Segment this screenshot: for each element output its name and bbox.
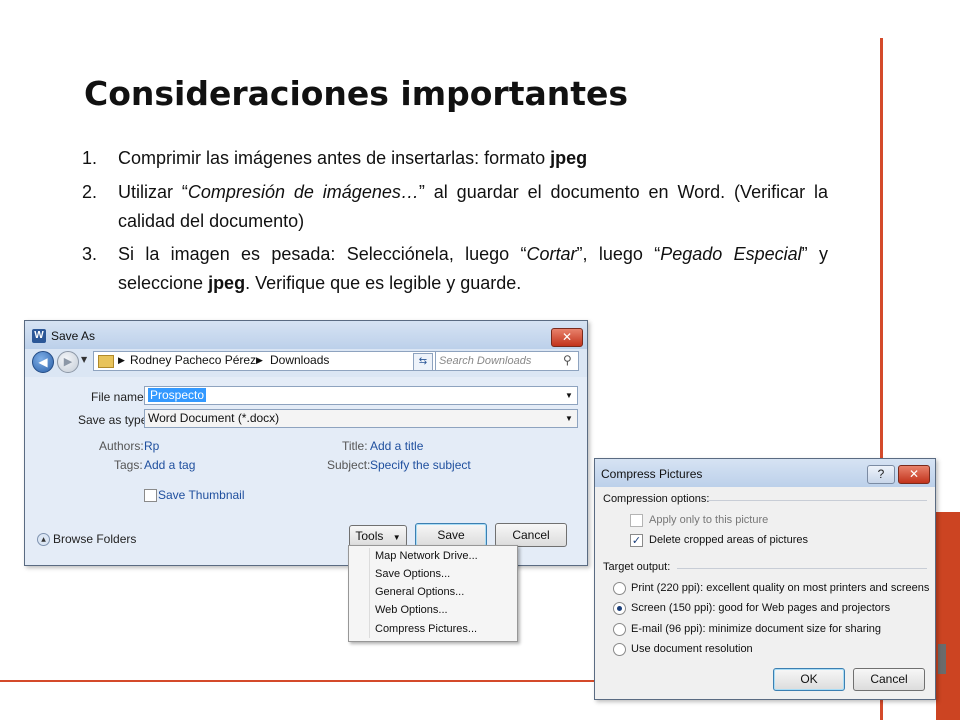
list-text-bold: jpeg	[550, 148, 588, 168]
recent-pages-icon[interactable]: ▼	[81, 355, 87, 364]
apply-only-label: Apply only to this picture	[649, 514, 769, 526]
list-text-italic: Pegado Especial	[660, 244, 802, 264]
close-icon: ✕	[908, 467, 920, 481]
menu-item-general-options[interactable]: General Options...	[375, 586, 464, 598]
help-icon: ?	[877, 467, 885, 481]
address-bar[interactable]: ▶ Rodney Pacheco Pérez ▶ Downloads ▼	[93, 351, 437, 371]
forward-arrow-icon: ▶	[63, 355, 73, 368]
back-button[interactable]: ◀	[32, 351, 54, 373]
folder-icon	[98, 355, 114, 368]
list-item-1: 1. Comprimir las imágenes antes de inser…	[82, 144, 828, 173]
word-app-icon: W	[32, 329, 46, 343]
list-text: . Verifique que es legible y guarde.	[245, 273, 522, 293]
radio-email[interactable]	[613, 623, 626, 636]
cancel-button[interactable]: Cancel	[495, 523, 567, 547]
compress-title: Compress Pictures	[601, 467, 703, 481]
list-number: 2.	[82, 182, 98, 202]
search-icon: ⚲	[563, 353, 572, 367]
search-placeholder: Search Downloads	[439, 355, 532, 367]
save-thumbnail-label[interactable]: Save Thumbnail	[158, 488, 245, 502]
save-as-title: Save As	[51, 329, 96, 343]
breadcrumb-downloads[interactable]: Downloads	[270, 352, 329, 369]
menu-item-map-network-drive[interactable]: Map Network Drive...	[375, 550, 478, 562]
ok-button[interactable]: OK	[773, 668, 845, 691]
option-document-resolution-label[interactable]: Use document resolution	[631, 643, 753, 655]
list-number: 3.	[82, 244, 98, 264]
option-print-label[interactable]: Print (220 ppi): excellent quality on mo…	[631, 582, 929, 594]
delete-cropped-label: Delete cropped areas of pictures	[649, 534, 808, 546]
list-text: Si la imagen es pesada: Selecciónela, lu…	[118, 244, 527, 264]
save-as-dialog: W Save As ✕ ◀ ▶ ▼ ▶ Rodney Pacheco Pérez…	[24, 320, 588, 566]
list-number: 1.	[82, 148, 98, 168]
close-button[interactable]: ✕	[551, 328, 583, 347]
file-name-label: File name:	[91, 390, 148, 404]
list-text: Utilizar “	[118, 182, 188, 202]
file-name-value: Prospecto	[148, 388, 207, 402]
search-input[interactable]: Search Downloads ⚲	[435, 351, 579, 371]
file-name-input[interactable]: Prospecto ▼	[144, 386, 578, 405]
menu-item-web-options[interactable]: Web Options...	[375, 604, 448, 616]
title-label: Title:	[342, 439, 368, 453]
menu-item-save-options[interactable]: Save Options...	[375, 568, 450, 580]
chevron-down-icon: ▼	[565, 414, 573, 423]
radio-print[interactable]	[613, 582, 626, 595]
refresh-button[interactable]: ⇆	[413, 353, 433, 371]
save-button[interactable]: Save	[415, 523, 487, 547]
divider	[707, 500, 927, 501]
list-text: Comprimir las imágenes antes de insertar…	[118, 148, 551, 168]
divider	[677, 568, 927, 569]
radio-screen[interactable]	[613, 602, 626, 615]
delete-cropped-checkbox[interactable]: ✓	[630, 534, 643, 547]
list-text-italic: Compresión de imágenes…	[187, 182, 419, 202]
breadcrumb-separator-icon: ▶	[256, 355, 263, 365]
compress-cancel-button[interactable]: Cancel	[853, 668, 925, 691]
chevron-down-icon: ▼	[392, 533, 401, 542]
save-as-type-select[interactable]: Word Document (*.docx) ▼	[144, 409, 578, 428]
save-as-type-label: Save as type:	[78, 413, 151, 427]
apply-only-checkbox[interactable]	[630, 514, 643, 527]
authors-value[interactable]: Rp	[144, 439, 159, 453]
slide-title: Consideraciones importantes	[84, 74, 629, 113]
compress-pictures-dialog: Compress Pictures ? ✕ Compression option…	[594, 458, 936, 700]
tools-button[interactable]: Tools ▼	[349, 525, 407, 547]
list-text-italic: Cortar	[526, 244, 577, 264]
option-email-label[interactable]: E-mail (96 ppi): minimize document size …	[631, 623, 881, 635]
back-arrow-icon: ◀	[38, 355, 48, 369]
list-text-bold: jpeg	[208, 273, 246, 293]
save-as-type-value: Word Document (*.docx)	[148, 411, 280, 425]
breadcrumb-separator-icon: ▶	[118, 355, 125, 365]
list-item-2: 2. Utilizar “Compresión de imágenes…” al…	[82, 178, 828, 236]
save-as-titlebar	[25, 321, 587, 349]
forward-button[interactable]: ▶	[57, 351, 79, 373]
expand-icon[interactable]: ▲	[37, 533, 50, 546]
title-value[interactable]: Add a title	[370, 439, 423, 453]
tools-menu: Map Network Drive... Save Options... Gen…	[348, 545, 518, 642]
subject-label: Subject:	[327, 458, 371, 472]
close-icon: ✕	[561, 330, 573, 344]
menu-item-compress-pictures[interactable]: Compress Pictures...	[375, 623, 477, 635]
accent-block	[936, 512, 960, 720]
breadcrumb-user[interactable]: Rodney Pacheco Pérez	[130, 352, 256, 369]
target-output-heading: Target output:	[603, 561, 671, 573]
compression-options-heading: Compression options:	[603, 493, 710, 505]
subject-value[interactable]: Specify the subject	[370, 458, 471, 472]
tools-label: Tools	[355, 529, 384, 543]
list-text: ”, luego “	[576, 244, 661, 264]
menu-gutter	[369, 548, 370, 638]
save-thumbnail-checkbox[interactable]	[144, 489, 157, 502]
authors-label: Authors:	[99, 439, 144, 453]
radio-document-resolution[interactable]	[613, 643, 626, 656]
browse-folders-button[interactable]: Browse Folders	[53, 532, 136, 546]
check-icon: ✓	[631, 534, 642, 547]
radio-selected-dot	[617, 606, 622, 611]
tags-value[interactable]: Add a tag	[144, 458, 195, 472]
tags-label: Tags:	[114, 458, 143, 472]
list-item-3: 3. Si la imagen es pesada: Selecciónela,…	[82, 240, 828, 298]
chevron-down-icon[interactable]: ▼	[565, 387, 573, 404]
help-button[interactable]: ?	[867, 465, 895, 484]
refresh-icon: ⇆	[418, 356, 428, 367]
option-screen-label[interactable]: Screen (150 ppi): good for Web pages and…	[631, 602, 890, 614]
accent-gray-mark	[938, 644, 946, 674]
compress-close-button[interactable]: ✕	[898, 465, 930, 484]
